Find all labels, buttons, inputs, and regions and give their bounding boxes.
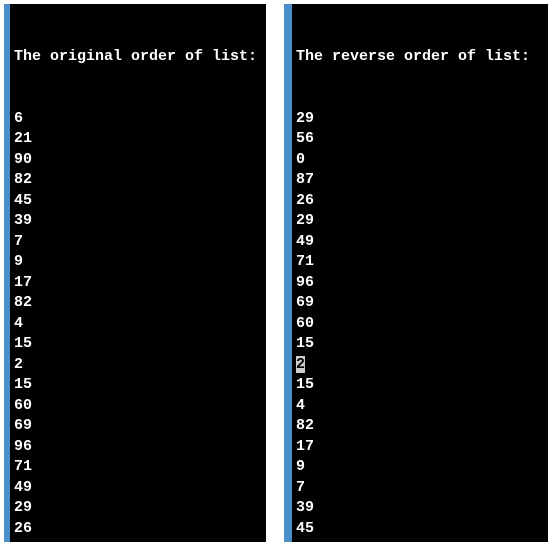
list-value: 2 <box>296 355 544 376</box>
list-value: 60 <box>14 396 262 417</box>
list-value: 39 <box>296 498 544 519</box>
list-value: 71 <box>14 457 262 478</box>
console-output-original: The original order of list: 621908245397… <box>4 4 266 542</box>
list-value: 21 <box>14 129 262 150</box>
list-value: 2 <box>14 355 262 376</box>
list-value: 17 <box>296 437 544 458</box>
list-value: 15 <box>14 375 262 396</box>
selected-value: 2 <box>296 356 305 373</box>
list-value: 9 <box>296 457 544 478</box>
list-value: 69 <box>14 416 262 437</box>
list-value: 60 <box>296 314 544 335</box>
list-value: 90 <box>14 150 262 171</box>
header-reverse: The reverse order of list: <box>296 47 544 68</box>
list-value: 4 <box>14 314 262 335</box>
list-value: 82 <box>296 416 544 437</box>
list-value: 87 <box>296 170 544 191</box>
list-value: 82 <box>14 170 262 191</box>
list-value: 45 <box>14 191 262 212</box>
list-value: 9 <box>14 252 262 273</box>
header-original: The original order of list: <box>14 47 262 68</box>
list-value: 87 <box>14 539 262 542</box>
list-value: 29 <box>296 109 544 130</box>
list-value: 96 <box>296 273 544 294</box>
list-value: 7 <box>296 478 544 499</box>
list-value: 0 <box>296 150 544 171</box>
list-value: 39 <box>14 211 262 232</box>
list-value: 45 <box>296 519 544 540</box>
list-value: 71 <box>296 252 544 273</box>
list-value: 49 <box>296 232 544 253</box>
list-value: 29 <box>296 211 544 232</box>
list-value: 26 <box>14 519 262 540</box>
list-value: 82 <box>14 293 262 314</box>
list-value: 15 <box>296 375 544 396</box>
list-value: 26 <box>296 191 544 212</box>
list-value: 4 <box>296 396 544 417</box>
list-value: 17 <box>14 273 262 294</box>
list-value: 7 <box>14 232 262 253</box>
list-value: 82 <box>296 539 544 542</box>
list-value: 69 <box>296 293 544 314</box>
console-output-reverse: The reverse order of list: 2956087262949… <box>284 4 548 542</box>
list-value: 15 <box>296 334 544 355</box>
list-value: 29 <box>14 498 262 519</box>
list-value: 15 <box>14 334 262 355</box>
list-value: 96 <box>14 437 262 458</box>
list-value: 6 <box>14 109 262 130</box>
list-value: 49 <box>14 478 262 499</box>
list-value: 56 <box>296 129 544 150</box>
